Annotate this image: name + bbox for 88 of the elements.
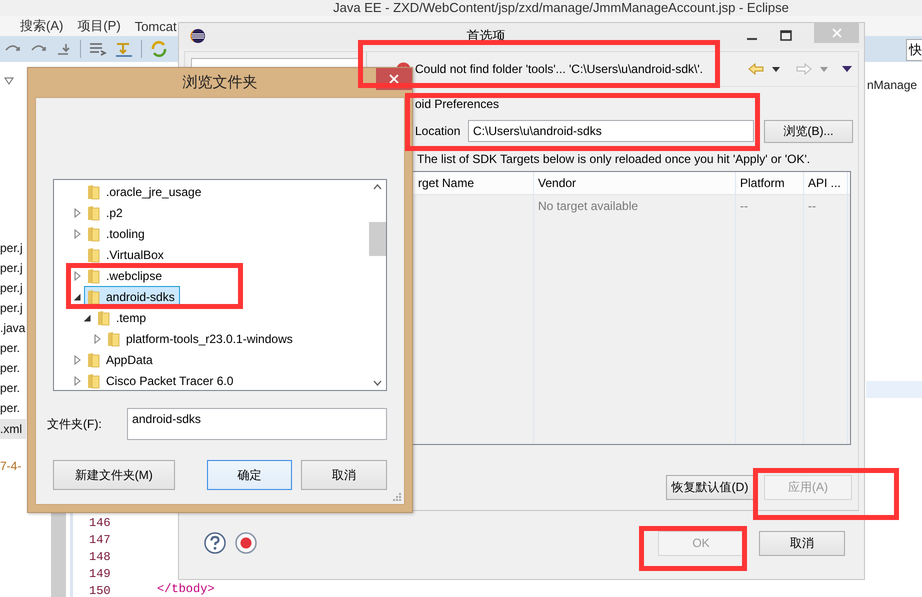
expand-triangle-icon[interactable] (74, 228, 81, 238)
file-name[interactable]: per. (0, 398, 26, 418)
chevron-down-icon[interactable] (373, 380, 382, 386)
file-name[interactable]: per.j (0, 298, 26, 318)
line-number: 150 (89, 583, 111, 597)
maximize-icon[interactable] (780, 30, 792, 42)
tree-item[interactable]: .VirtualBox (84, 244, 169, 265)
file-name[interactable]: .xml (0, 419, 26, 439)
column-header[interactable]: Vendor (534, 172, 736, 194)
folder-icon (87, 288, 100, 304)
column-header[interactable]: API ... (804, 172, 848, 194)
folder-icon (87, 246, 100, 262)
tree-item[interactable]: .webclipse (84, 265, 168, 286)
sphere-icon (190, 28, 206, 44)
confirm-button[interactable]: 确定 (206, 460, 292, 490)
folder-icon (87, 352, 100, 368)
folder-icon (87, 372, 100, 388)
menu-item[interactable]: 项目(P) (77, 17, 121, 35)
file-name[interactable]: .java (0, 318, 26, 338)
tree-item[interactable]: platform-tools_r23.0.1-windows (104, 328, 298, 349)
date-text: 7-4- (0, 459, 22, 473)
folder-icon (87, 226, 100, 242)
file-name[interactable]: per. (0, 358, 26, 378)
file-name[interactable]: per.j (0, 278, 26, 298)
code-text: </tbody> (157, 582, 215, 596)
expand-triangle-icon[interactable] (74, 270, 81, 280)
cancel-button[interactable]: 取消 (759, 530, 845, 556)
tree-item[interactable]: AppData (84, 349, 158, 370)
expand-triangle-icon[interactable] (74, 208, 81, 218)
folder-icon (87, 204, 100, 220)
quick-access-field[interactable]: 快 (906, 39, 922, 61)
dialog-title: 浏览文件夹 (182, 73, 258, 92)
tree-item[interactable]: .temp (94, 307, 152, 328)
expand-triangle-icon[interactable] (74, 354, 81, 364)
record-icon[interactable] (235, 532, 257, 554)
line-number: 146 (89, 515, 111, 532)
column-header[interactable]: Platform (736, 172, 804, 194)
collapse-triangle-icon[interactable] (74, 292, 81, 302)
help-icon[interactable] (204, 532, 226, 554)
cancel-button[interactable]: 取消 (301, 460, 388, 490)
menu-item[interactable]: Tomcat (134, 18, 177, 34)
refresh-icon[interactable] (150, 40, 168, 58)
restore-defaults-button[interactable]: 恢复默认值(D) (666, 475, 754, 500)
field-label: Location (415, 124, 462, 138)
close-icon (389, 74, 399, 84)
folder-icon (87, 268, 100, 284)
collapse-triangle-icon[interactable] (84, 312, 91, 322)
folder-field[interactable]: android-sdks (127, 408, 387, 440)
line-number: 148 (89, 549, 111, 566)
note-text: The list of SDK Targets below is only reloaded once you hit 'Apply' or 'OK'. (417, 151, 812, 168)
step-arrow-icon[interactable] (56, 42, 72, 56)
lines-icon[interactable] (89, 42, 107, 56)
tree-item[interactable]: .p2 (84, 202, 128, 223)
table-cell: No target available (534, 195, 736, 217)
back-arrow-icon[interactable] (748, 63, 764, 75)
tree-item[interactable]: .tooling (84, 223, 150, 244)
forward-arrow-icon[interactable] (796, 63, 812, 75)
close-icon (832, 28, 842, 38)
caret-icon[interactable] (772, 66, 780, 72)
section-title: oid Preferences (415, 97, 500, 113)
step-icon[interactable] (115, 41, 133, 57)
tree-item[interactable]: Cisco Packet Tracer 6.0 (84, 370, 238, 391)
folder-icon (97, 310, 110, 326)
folder-icon (87, 184, 100, 200)
window-title: Java EE - ZXD/WebContent/jsp/zxd/manage/JmmManageAccount.jsp - Eclipse (0, 0, 922, 16)
tree-item[interactable]: .oracle_jre_usage (84, 181, 206, 202)
file-name[interactable]: per. (0, 378, 26, 398)
table-cell: -- (736, 195, 804, 217)
expand-triangle-icon[interactable] (94, 334, 101, 344)
file-name[interactable]: per.j (0, 258, 26, 278)
location-field[interactable]: C:\Users\u\android-sdks (468, 120, 754, 142)
line-number: 147 (89, 532, 111, 549)
file-name[interactable]: per.j (0, 238, 26, 258)
error-message: Could not find folder 'tools'... 'C:\Users\u\android-sdk\'. (415, 62, 704, 76)
editor-tab[interactable]: nManage (867, 78, 918, 92)
folder-icon (107, 330, 120, 346)
new-folder-button[interactable]: 新建文件夹(M) (53, 460, 175, 490)
table-cell: -- (804, 195, 848, 217)
resize-grip-icon[interactable] (392, 492, 401, 501)
file-name[interactable]: per. (0, 338, 26, 358)
scroll-thumb[interactable] (369, 222, 386, 256)
field-label: 文件夹(F): (47, 416, 103, 432)
chevron-up-icon[interactable] (373, 184, 382, 190)
view-menu-icon[interactable] (842, 66, 852, 72)
menu-item[interactable]: 搜索(A) (20, 17, 64, 35)
browse-button[interactable]: 浏览(B)... (764, 120, 853, 142)
expand-triangle-icon[interactable] (74, 376, 81, 386)
line-number: 149 (89, 566, 111, 583)
